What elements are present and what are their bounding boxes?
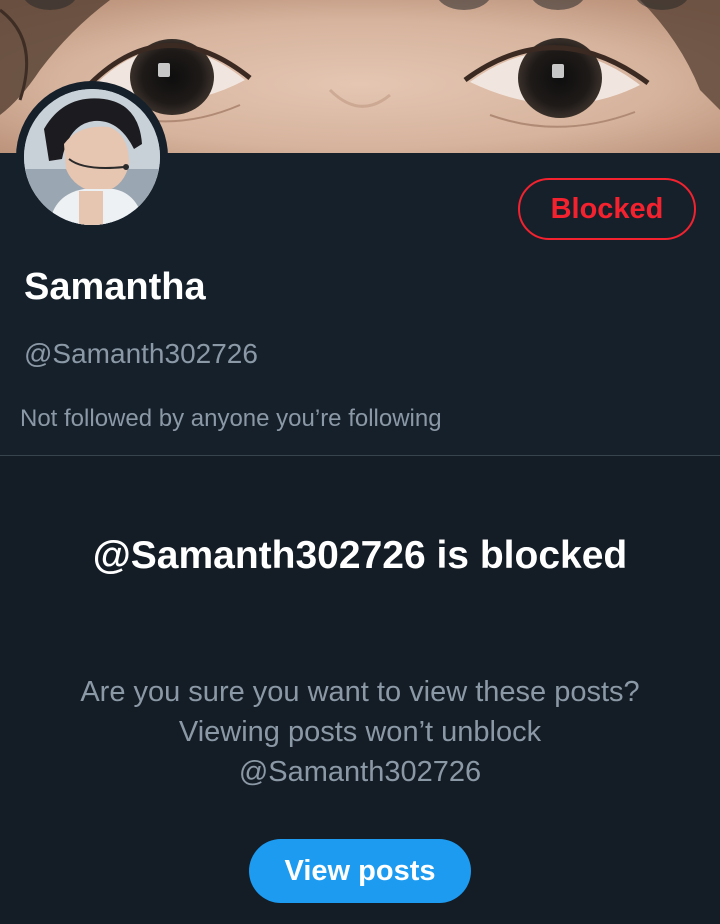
avatar-ring [16, 81, 168, 233]
display-name: Samantha [24, 266, 206, 308]
blocked-button[interactable]: Blocked [518, 178, 696, 240]
followed-by-text: Not followed by anyone you’re following [20, 405, 442, 432]
profile-page: Blocked Samantha @Samanth302726 Not foll… [0, 0, 720, 924]
view-posts-button[interactable]: View posts [249, 839, 471, 903]
blocked-description: Are you sure you want to view these post… [80, 676, 640, 788]
blocked-title: @Samanth302726 is blocked [92, 534, 628, 577]
avatar[interactable] [24, 89, 160, 225]
user-handle: @Samanth302726 [24, 338, 258, 369]
